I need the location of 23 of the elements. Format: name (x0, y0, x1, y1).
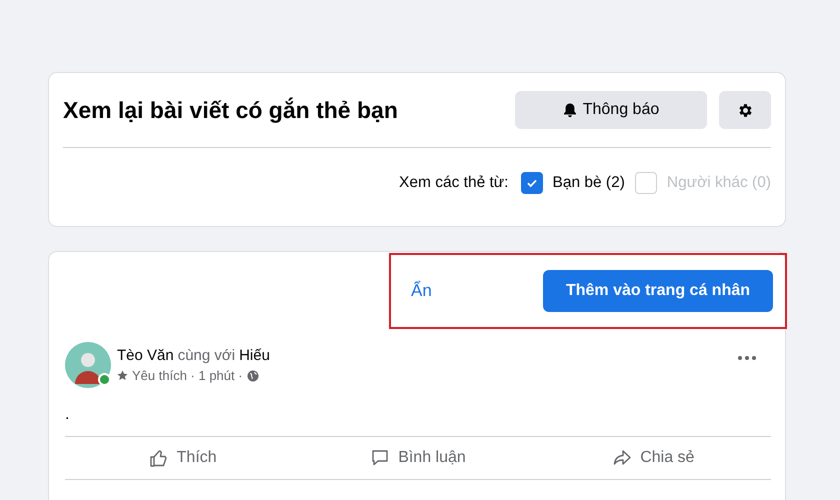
post-text: . (65, 405, 70, 425)
page-title: Xem lại bài viết có gắn thẻ bạn (63, 96, 399, 124)
comment-icon (370, 448, 390, 468)
globe-icon (246, 370, 259, 382)
post-action-button[interactable]: Chia sẻ (536, 437, 771, 479)
thumbs-up-icon (148, 448, 169, 468)
settings-icon (736, 102, 754, 118)
filter-label: Xem các thẻ từ: (399, 174, 508, 192)
filter-checkbox[interactable]: Bạn bè (2) (520, 172, 625, 194)
more-options-icon[interactable] (737, 355, 757, 361)
avatar-icon (65, 342, 111, 388)
post-action-button[interactable]: Bình luận (300, 437, 536, 479)
tag-connector-text: cùng với (178, 347, 236, 364)
add-to-profile-button[interactable]: Thêm vào trang cá nhân (543, 270, 773, 312)
settings-button[interactable] (719, 91, 771, 129)
tagged-name[interactable]: Hiếu (239, 347, 270, 364)
bell-icon (562, 102, 577, 118)
notification-button[interactable]: Thông báo (515, 91, 707, 129)
hide-link[interactable]: Ẩn (411, 281, 432, 301)
post-meta: Yêu thích · 1 phút · (132, 368, 243, 383)
post-action-button[interactable]: Thích (65, 437, 300, 479)
author-name[interactable]: Tèo Văn (117, 347, 174, 364)
star-icon (117, 370, 128, 381)
